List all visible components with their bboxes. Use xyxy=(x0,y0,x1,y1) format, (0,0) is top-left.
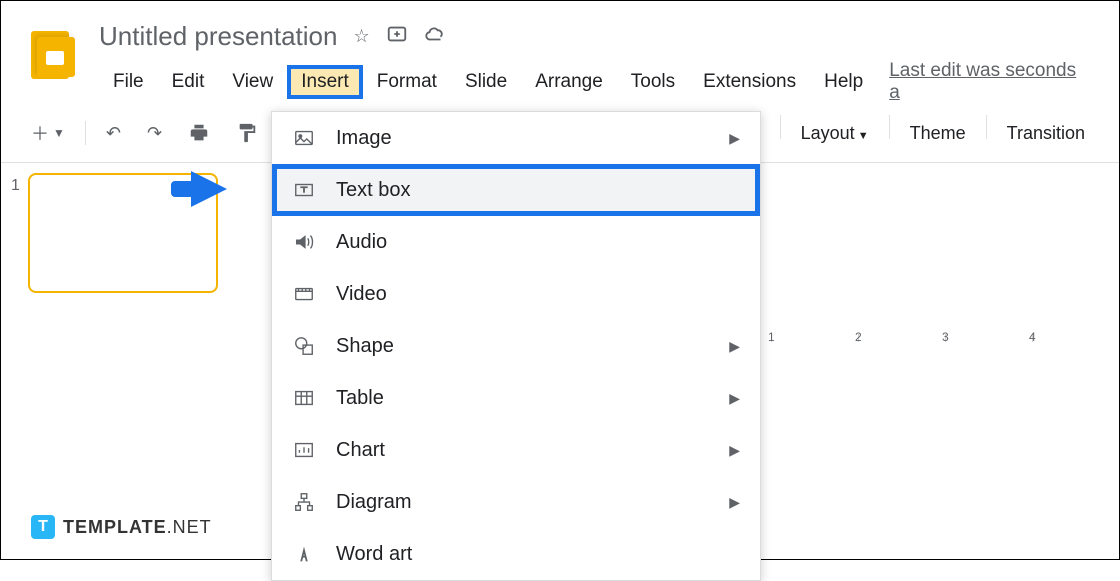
menubar: FileEditViewInsertFormatSlideArrangeTool… xyxy=(99,60,1089,104)
menu-tools[interactable]: Tools xyxy=(617,65,689,99)
menu-format[interactable]: Format xyxy=(363,65,451,99)
dd-label: Chart xyxy=(336,439,385,462)
theme-button[interactable]: Theme xyxy=(896,115,980,152)
audio-icon xyxy=(292,230,316,254)
cloud-icon[interactable] xyxy=(424,23,446,50)
dd-label: Image xyxy=(336,127,392,150)
dd-label: Diagram xyxy=(336,491,412,514)
chart-icon xyxy=(292,438,316,462)
watermark: T TEMPLATE.NET xyxy=(31,515,212,539)
insert-table[interactable]: Table ▶ xyxy=(272,372,760,424)
menu-insert[interactable]: Insert xyxy=(287,65,363,99)
undo-button[interactable]: ↶ xyxy=(96,117,131,150)
insert-image[interactable]: Image ▶ xyxy=(272,112,760,164)
insert-audio[interactable]: Audio xyxy=(272,216,760,268)
submenu-arrow-icon: ▶ xyxy=(729,390,740,407)
annotation-arrow xyxy=(191,171,227,207)
menu-arrange[interactable]: Arrange xyxy=(521,65,617,99)
textbox-icon xyxy=(292,178,316,202)
image-icon xyxy=(292,126,316,150)
paint-format-button[interactable] xyxy=(226,116,268,150)
wordart-icon xyxy=(292,542,316,566)
star-icon[interactable]: ☆ xyxy=(353,26,369,47)
insert-wordart[interactable]: Word art xyxy=(272,528,760,580)
shape-icon xyxy=(292,334,316,358)
submenu-arrow-icon: ▶ xyxy=(729,338,740,355)
dd-label: Shape xyxy=(336,335,394,358)
insert-shape[interactable]: Shape ▶ xyxy=(272,320,760,372)
menu-slide[interactable]: Slide xyxy=(451,65,521,99)
last-edit-link[interactable]: Last edit was seconds a xyxy=(889,60,1089,104)
watermark-icon: T xyxy=(31,515,55,539)
layout-button[interactable]: Layout ▼ xyxy=(787,115,883,152)
doc-title[interactable]: Untitled presentation xyxy=(99,21,337,52)
slides-logo xyxy=(31,31,79,79)
print-button[interactable] xyxy=(178,116,220,150)
transition-button[interactable]: Transition xyxy=(993,115,1099,152)
dd-label: Word art xyxy=(336,543,412,566)
submenu-arrow-icon: ▶ xyxy=(729,494,740,511)
ruler: 1234 xyxy=(771,328,1119,348)
submenu-arrow-icon: ▶ xyxy=(729,130,740,147)
slide-number: 1 xyxy=(11,173,20,293)
dd-label: Table xyxy=(336,387,384,410)
dd-label: Video xyxy=(336,283,387,306)
dd-label: Text box xyxy=(336,179,410,202)
redo-button[interactable]: ↷ xyxy=(137,117,172,150)
menu-help[interactable]: Help xyxy=(810,65,877,99)
insert-chart[interactable]: Chart ▶ xyxy=(272,424,760,476)
insert-menu-dropdown: Image▶Text boxAudioVideoShape▶Table▶Char… xyxy=(271,111,761,581)
dd-label: Audio xyxy=(336,231,387,254)
table-icon xyxy=(292,386,316,410)
diagram-icon xyxy=(292,490,316,514)
video-icon xyxy=(292,282,316,306)
menu-file[interactable]: File xyxy=(99,65,158,99)
submenu-arrow-icon: ▶ xyxy=(729,442,740,459)
move-icon[interactable] xyxy=(386,23,408,50)
insert-video[interactable]: Video xyxy=(272,268,760,320)
menu-extensions[interactable]: Extensions xyxy=(689,65,810,99)
insert-diagram[interactable]: Diagram ▶ xyxy=(272,476,760,528)
menu-view[interactable]: View xyxy=(218,65,287,99)
new-slide-button[interactable]: ＋ ▼ xyxy=(21,114,75,152)
insert-textbox[interactable]: Text box xyxy=(272,164,760,216)
menu-edit[interactable]: Edit xyxy=(158,65,219,99)
